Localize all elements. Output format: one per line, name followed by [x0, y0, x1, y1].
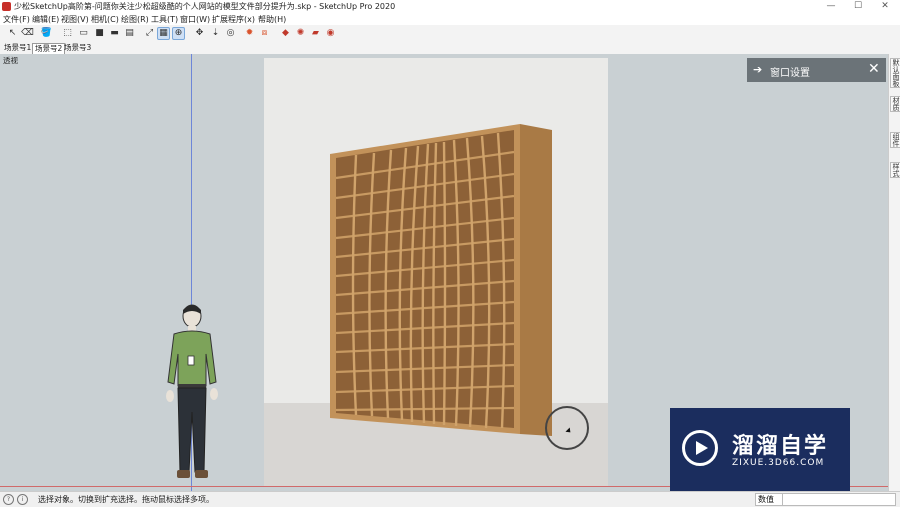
toolbar: ↖ ⌫ 🪣 ⬚ ▭ ■ ▬ ▤ ⤢ ▦ ⊕ ✥ ⇣ ◎ ✹ ⧈ ◆ ✺ ▰ ◉	[0, 25, 900, 43]
section-plane-icon[interactable]: ⤢	[143, 27, 156, 40]
watermark-brand: 溜溜自学	[732, 434, 829, 459]
title-bar: 少松SketchUp高阶第-问题你关注少松超级酷的个人网站的模型文件部分提升为.…	[0, 0, 900, 13]
watermark-logo: 溜溜自学 ZIXUE.3D66.COM	[670, 408, 850, 493]
menu-tools[interactable]: 工具(T)	[151, 14, 178, 25]
iso-view-icon[interactable]: ⬚	[61, 27, 74, 40]
shadow-icon[interactable]: ⧈	[258, 27, 271, 40]
watermark-url: ZIXUE.3D66.COM	[732, 458, 825, 468]
menu-bar: 文件(F) 编辑(E) 视图(V) 相机(C) 绘图(R) 工具(T) 窗口(W…	[0, 13, 900, 25]
menu-edit[interactable]: 编辑(E)	[32, 14, 59, 25]
menu-view[interactable]: 视图(V)	[61, 14, 89, 25]
menu-window[interactable]: 窗口(W)	[180, 14, 210, 25]
eraser-icon[interactable]: ⌫	[21, 27, 34, 40]
sketchup-app-icon	[2, 2, 11, 11]
measurements-input[interactable]	[782, 493, 896, 506]
measurements-label: 数值	[755, 493, 783, 506]
maximize-button[interactable]: ☐	[845, 0, 871, 13]
select-icon[interactable]: ↖	[6, 27, 19, 40]
folder-icon[interactable]: ▰	[309, 27, 322, 40]
menu-camera[interactable]: 相机(C)	[91, 14, 119, 25]
tray-expand-icon[interactable]: ➔	[753, 63, 762, 76]
ruby-icon[interactable]: ◆	[279, 27, 292, 40]
menu-draw[interactable]: 绘图(R)	[121, 14, 149, 25]
vtab-components[interactable]: 组件	[890, 132, 900, 148]
tray-title: 窗口设置	[770, 68, 810, 79]
scene-tabs: 场景号1 场景号2 场景号3	[0, 42, 900, 54]
top-view-icon[interactable]: ▭	[77, 27, 90, 40]
status-bar: ? i 选择对象。切换到扩充选择。拖动鼠标选择多项。 数值	[0, 491, 900, 507]
right-tray-strip: 默认面板 材质 组件 样式	[888, 54, 900, 491]
camera-label: 透视	[3, 56, 18, 65]
tab-scene-3[interactable]: 场景号3	[62, 43, 93, 53]
walk-icon[interactable]: ⇣	[209, 27, 222, 40]
tray-close-icon[interactable]: ✕	[868, 61, 880, 77]
back-view-icon[interactable]: ▤	[123, 27, 136, 40]
render-icon[interactable]: ◉	[324, 27, 337, 40]
play-logo-icon	[682, 430, 718, 466]
window-title: 少松SketchUp高阶第-问题你关注少松超级酷的个人网站的模型文件部分提升为.…	[14, 2, 396, 11]
gear-red-icon[interactable]: ✺	[294, 27, 307, 40]
pan-icon[interactable]: ✥	[193, 27, 206, 40]
menu-help[interactable]: 帮助(H)	[258, 14, 286, 25]
right-view-icon[interactable]: ▬	[108, 27, 121, 40]
paint-bucket-icon[interactable]: 🪣	[40, 27, 53, 40]
minimize-button[interactable]: —	[818, 0, 844, 13]
sun-icon[interactable]: ✹	[243, 27, 256, 40]
orbit-icon[interactable]: ⊕	[172, 27, 185, 40]
menu-file[interactable]: 文件(F)	[3, 14, 30, 25]
vtab-styles[interactable]: 样式	[890, 162, 900, 178]
tab-scene-2[interactable]: 场景号2	[32, 43, 66, 54]
credits-icon[interactable]: i	[17, 494, 28, 505]
status-message: 选择对象。切换到扩充选择。拖动鼠标选择多项。	[38, 495, 214, 504]
close-window-button[interactable]: ✕	[872, 0, 898, 13]
scenes-icon[interactable]: ▦	[157, 27, 170, 40]
orbit-cursor-ring	[545, 406, 589, 450]
vtab-default-tray[interactable]: 默认面板	[890, 58, 900, 88]
vtab-materials[interactable]: 材质	[890, 96, 900, 112]
front-view-icon[interactable]: ■	[93, 27, 106, 40]
geo-location-icon[interactable]: ?	[3, 494, 14, 505]
tray-window-settings[interactable]: ➔ 窗口设置 ✕	[747, 58, 886, 82]
scale-figure[interactable]	[160, 302, 230, 491]
tab-scene-1[interactable]: 场景号1	[2, 43, 33, 53]
menu-extensions[interactable]: 扩展程序(x)	[212, 14, 255, 25]
look-around-icon[interactable]: ◎	[224, 27, 237, 40]
